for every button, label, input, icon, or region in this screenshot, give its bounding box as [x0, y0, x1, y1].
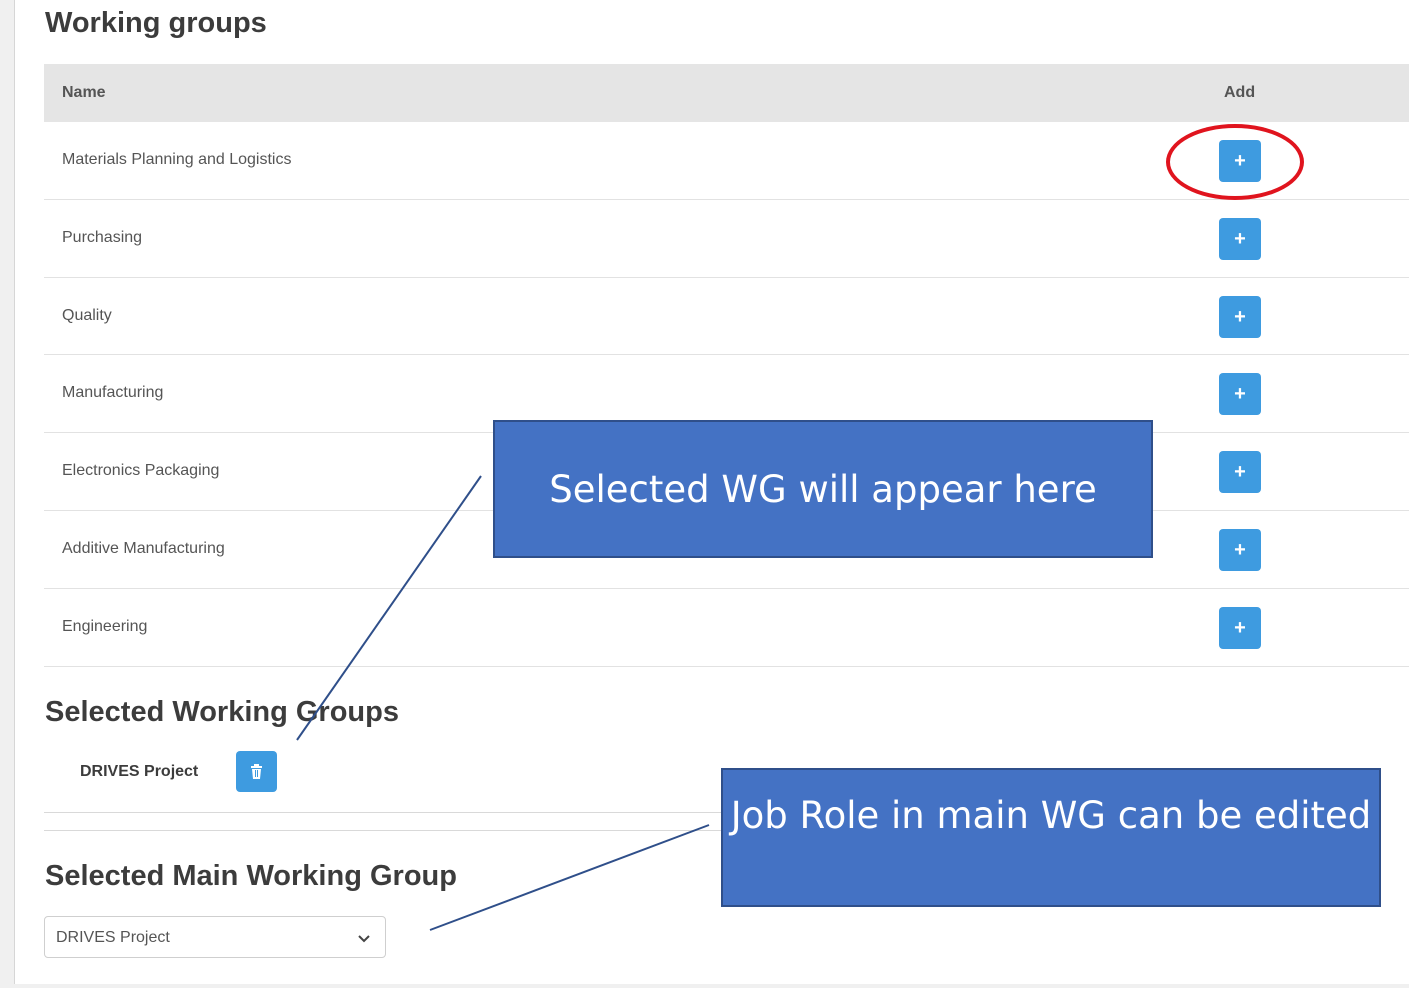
callout-selected-wg: Selected WG will appear here [493, 420, 1153, 558]
leader-line-2 [429, 824, 710, 931]
callout-job-role: Job Role in main WG can be edited [721, 768, 1381, 907]
leader-line-1 [296, 475, 482, 741]
